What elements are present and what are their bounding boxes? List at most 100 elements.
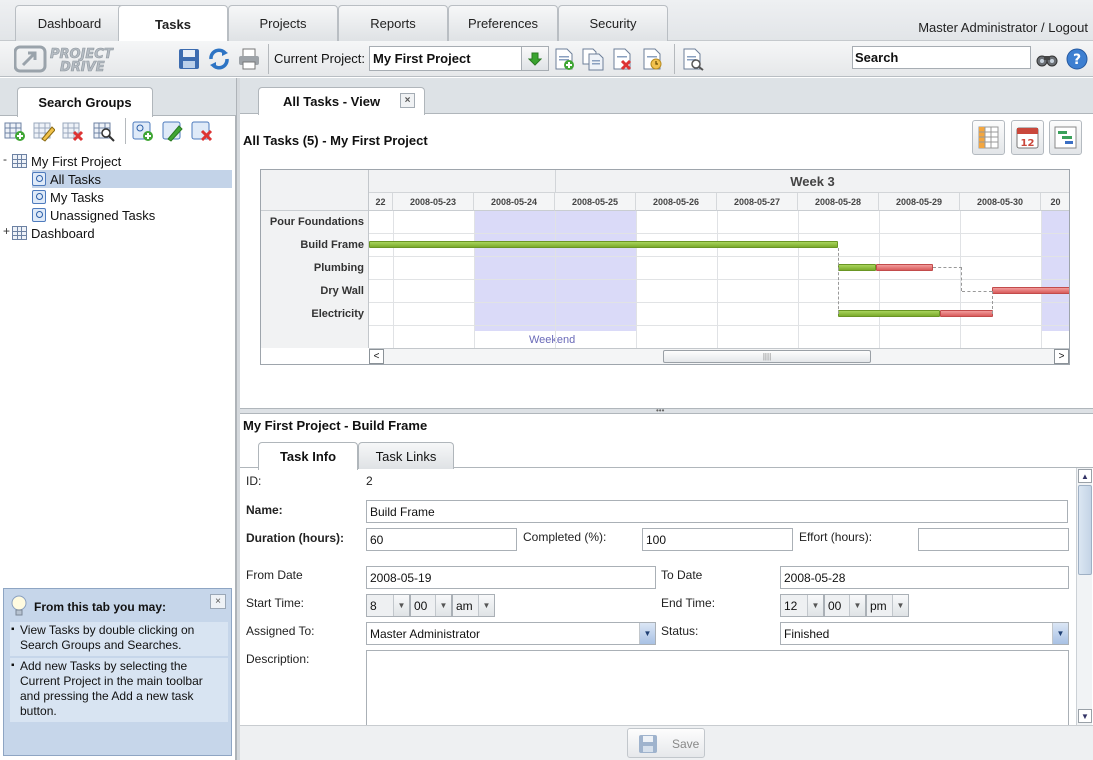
gantt-gridline bbox=[636, 211, 637, 348]
gantt-view-button[interactable] bbox=[1049, 120, 1082, 155]
tree-item-unassigned-tasks[interactable]: Unassigned Tasks bbox=[32, 206, 155, 224]
chevron-down-icon: ▼ bbox=[639, 623, 655, 644]
help-icon[interactable]: ? bbox=[1065, 47, 1089, 71]
gantt-date-header: 2008-05-23 bbox=[393, 193, 474, 211]
horizontal-splitter[interactable]: ••• bbox=[240, 407, 1093, 415]
gantt-bar-build-frame[interactable] bbox=[369, 241, 838, 248]
report-icon[interactable] bbox=[681, 47, 705, 71]
start-hour-select[interactable]: 8 ▼ bbox=[366, 594, 410, 617]
gantt-task-label[interactable]: Build Frame bbox=[300, 239, 364, 251]
gantt-bar-plumbing-done[interactable] bbox=[838, 264, 876, 271]
id-value: 2 bbox=[366, 474, 373, 488]
print-icon[interactable] bbox=[237, 47, 261, 71]
save-button[interactable]: Save bbox=[627, 728, 705, 758]
edit-search-icon[interactable] bbox=[162, 120, 184, 142]
tools-separator bbox=[125, 118, 126, 144]
assigned-to-select[interactable]: Master Administrator ▼ bbox=[366, 622, 656, 645]
user-logout-link[interactable]: Master Administrator / Logout bbox=[918, 20, 1088, 35]
completed-field[interactable]: 100 bbox=[642, 528, 793, 551]
start-minute-select[interactable]: 00 ▼ bbox=[410, 594, 452, 617]
add-search-icon[interactable] bbox=[132, 120, 154, 142]
status-label: Status: bbox=[661, 624, 699, 638]
tab-projects[interactable]: Projects bbox=[228, 5, 338, 41]
gantt-gridline bbox=[474, 211, 475, 348]
name-field[interactable]: Build Frame bbox=[366, 500, 1068, 523]
scroll-thumb[interactable]: |||| bbox=[663, 350, 871, 363]
scroll-down-button[interactable]: ▼ bbox=[1078, 709, 1092, 723]
binoculars-icon[interactable] bbox=[1035, 47, 1059, 71]
gantt-bar-electricity-remaining[interactable] bbox=[940, 310, 993, 317]
scroll-up-button[interactable]: ▲ bbox=[1078, 469, 1092, 483]
description-textarea[interactable] bbox=[366, 650, 1069, 725]
gantt-gridline bbox=[717, 211, 718, 348]
end-ampm-select[interactable]: pm ▼ bbox=[866, 594, 909, 617]
add-task-icon[interactable] bbox=[552, 47, 576, 71]
tab-all-tasks-view[interactable]: All Tasks - View × bbox=[258, 87, 425, 115]
gantt-header-corner bbox=[261, 170, 368, 211]
search-icon bbox=[32, 172, 46, 186]
end-minute-select[interactable]: 00 ▼ bbox=[824, 594, 866, 617]
tab-task-info[interactable]: Task Info bbox=[258, 442, 358, 470]
current-project-select[interactable]: My First Project bbox=[369, 46, 549, 71]
view-tabstrip: All Tasks - View × bbox=[240, 78, 1093, 115]
tab-security[interactable]: Security bbox=[558, 5, 668, 41]
to-date-field[interactable]: 2008-05-28 bbox=[780, 566, 1069, 589]
tab-tasks[interactable]: Tasks bbox=[118, 5, 228, 42]
gantt-date-header: 2008-05-30 bbox=[960, 193, 1041, 211]
gantt-task-label[interactable]: Plumbing bbox=[314, 262, 364, 274]
edit-group-icon[interactable] bbox=[33, 120, 56, 142]
tab-dashboard[interactable]: Dashboard bbox=[15, 5, 124, 41]
delete-task-icon[interactable] bbox=[610, 47, 634, 71]
description-label: Description: bbox=[246, 652, 310, 666]
gantt-bar-dry-wall-remaining[interactable] bbox=[992, 287, 1069, 294]
save-icon[interactable] bbox=[177, 47, 201, 71]
scroll-right-button[interactable]: > bbox=[1054, 349, 1069, 364]
delete-search-icon[interactable] bbox=[191, 120, 213, 142]
tips-close-button[interactable]: × bbox=[210, 594, 226, 609]
scroll-thumb[interactable] bbox=[1078, 485, 1092, 575]
gantt-horizontal-scrollbar[interactable]: < |||| > bbox=[369, 348, 1069, 364]
close-tab-button[interactable]: × bbox=[400, 93, 415, 108]
gantt-dependency-link bbox=[962, 291, 992, 292]
tree-item-my-tasks[interactable]: My Tasks bbox=[32, 188, 104, 206]
grid-view-button[interactable] bbox=[972, 120, 1005, 155]
task-info-form: ID: 2 Name: Build Frame Duration (hours)… bbox=[240, 468, 1093, 725]
tab-reports[interactable]: Reports bbox=[338, 5, 448, 41]
delete-group-icon[interactable] bbox=[62, 120, 84, 142]
start-ampm-select[interactable]: am ▼ bbox=[452, 594, 495, 617]
tree-item-dashboard[interactable]: Dashboard bbox=[12, 224, 95, 242]
tree-expand-toggle[interactable]: + bbox=[3, 224, 10, 238]
tab-task-links[interactable]: Task Links bbox=[358, 442, 454, 469]
from-date-label: From Date bbox=[246, 568, 303, 582]
add-group-icon[interactable] bbox=[4, 120, 26, 142]
schedule-task-icon[interactable] bbox=[640, 47, 664, 71]
view-group-icon[interactable] bbox=[93, 120, 115, 142]
tab-search-groups[interactable]: Search Groups bbox=[17, 87, 153, 117]
gantt-task-label[interactable]: Dry Wall bbox=[320, 285, 364, 297]
gantt-date-header: 2008-05-25 bbox=[555, 193, 636, 211]
tip-item: Add new Tasks by selecting the Current P… bbox=[10, 658, 228, 722]
status-select[interactable]: Finished ▼ bbox=[780, 622, 1069, 645]
copy-task-icon[interactable] bbox=[581, 47, 605, 71]
tree-item-all-tasks[interactable]: All Tasks bbox=[32, 170, 232, 188]
gantt-bar-electricity-done[interactable] bbox=[838, 310, 940, 317]
tree-item-label: Unassigned Tasks bbox=[50, 207, 156, 223]
tree-item-my-first-project[interactable]: My First Project bbox=[12, 152, 121, 170]
gantt-bar-plumbing-remaining[interactable] bbox=[876, 264, 933, 271]
search-input[interactable]: Search bbox=[852, 46, 1031, 69]
form-vertical-scrollbar[interactable]: ▲ ▼ bbox=[1076, 468, 1092, 725]
effort-field[interactable] bbox=[918, 528, 1069, 551]
calendar-view-button[interactable]: 12 bbox=[1011, 120, 1044, 155]
search-icon bbox=[32, 190, 46, 204]
tab-preferences[interactable]: Preferences bbox=[448, 5, 558, 41]
from-date-field[interactable]: 2008-05-19 bbox=[366, 566, 656, 589]
refresh-icon[interactable] bbox=[207, 47, 231, 71]
end-hour-select[interactable]: 12 ▼ bbox=[780, 594, 824, 617]
gantt-task-label[interactable]: Electricity bbox=[311, 308, 364, 320]
scroll-left-button[interactable]: < bbox=[369, 349, 384, 364]
duration-field[interactable]: 60 bbox=[366, 528, 517, 551]
gantt-task-label[interactable]: Pour Foundations bbox=[270, 216, 364, 228]
select-project-arrow-icon[interactable] bbox=[521, 47, 548, 70]
end-hour-value: 12 bbox=[784, 599, 798, 613]
tree-collapse-toggle[interactable]: - bbox=[3, 152, 7, 166]
